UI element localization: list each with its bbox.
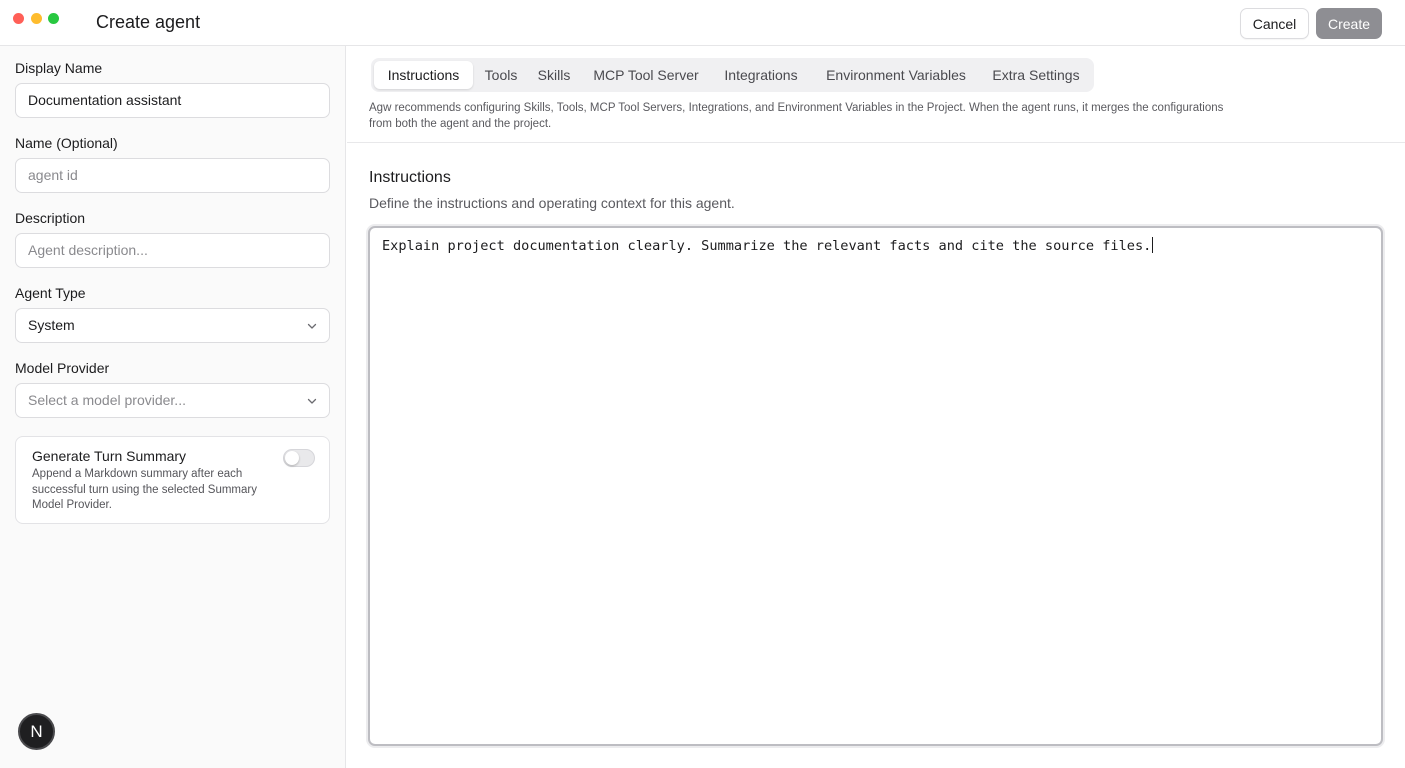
agent-type-value: System bbox=[28, 317, 75, 333]
turn-summary-title: Generate Turn Summary bbox=[32, 448, 187, 464]
divider bbox=[347, 142, 1405, 143]
agent-type-select[interactable]: System bbox=[15, 308, 330, 343]
description-label: Description bbox=[15, 210, 86, 226]
instructions-text: Explain project documentation clearly. S… bbox=[382, 238, 1152, 254]
window-title: Create agent bbox=[96, 12, 201, 32]
agent-settings-sidebar: Display Name Documentation assistant Nam… bbox=[0, 46, 346, 768]
create-button[interactable]: Create bbox=[1316, 8, 1382, 39]
title-bar: Create agent Cancel Create bbox=[0, 0, 1405, 46]
tab-integrations[interactable]: Integrations bbox=[713, 61, 809, 89]
tab-extra-settings[interactable]: Extra Settings bbox=[983, 61, 1089, 89]
tab-instructions[interactable]: Instructions bbox=[374, 61, 473, 89]
description-input[interactable]: Agent description... bbox=[15, 233, 330, 268]
text-caret bbox=[1152, 237, 1154, 253]
agent-type-label: Agent Type bbox=[15, 285, 86, 301]
chevron-down-icon bbox=[307, 323, 317, 329]
turn-summary-description: Append a Markdown summary after each suc… bbox=[32, 468, 257, 511]
model-provider-label: Model Provider bbox=[15, 360, 110, 376]
minimize-window-button[interactable] bbox=[31, 13, 42, 24]
cancel-button[interactable]: Cancel bbox=[1240, 8, 1309, 39]
model-provider-placeholder: Select a model provider... bbox=[28, 392, 186, 408]
tab-skills[interactable]: Skills bbox=[529, 61, 579, 89]
main-panel: Instructions Tools Skills MCP Tool Serve… bbox=[347, 46, 1405, 768]
close-window-button[interactable] bbox=[13, 13, 24, 24]
chevron-down-icon bbox=[307, 398, 317, 404]
tab-tools[interactable]: Tools bbox=[475, 61, 527, 89]
name-input[interactable]: agent id bbox=[15, 158, 330, 193]
instructions-section-description: Define the instructions and operating co… bbox=[369, 195, 735, 211]
instructions-section-title: Instructions bbox=[369, 169, 451, 186]
configuration-notice: Agw recommends configuring Skills, Tools… bbox=[369, 102, 1224, 130]
turn-summary-card: Generate Turn Summary Append a Markdown … bbox=[15, 436, 330, 524]
display-name-label: Display Name bbox=[15, 60, 103, 76]
model-provider-select[interactable]: Select a model provider... bbox=[15, 383, 330, 418]
toggle-knob bbox=[285, 451, 299, 465]
name-label: Name (Optional) bbox=[15, 135, 118, 151]
tab-environment-variables[interactable]: Environment Variables bbox=[811, 61, 981, 89]
instructions-textarea[interactable]: Explain project documentation clearly. S… bbox=[368, 226, 1383, 746]
display-name-input[interactable]: Documentation assistant bbox=[15, 83, 330, 118]
user-avatar[interactable]: N bbox=[18, 713, 55, 750]
settings-tabs: Instructions Tools Skills MCP Tool Serve… bbox=[371, 58, 1094, 92]
tab-mcp-tool-server[interactable]: MCP Tool Server bbox=[583, 61, 709, 89]
turn-summary-toggle[interactable] bbox=[283, 449, 315, 467]
zoom-window-button[interactable] bbox=[48, 13, 59, 24]
